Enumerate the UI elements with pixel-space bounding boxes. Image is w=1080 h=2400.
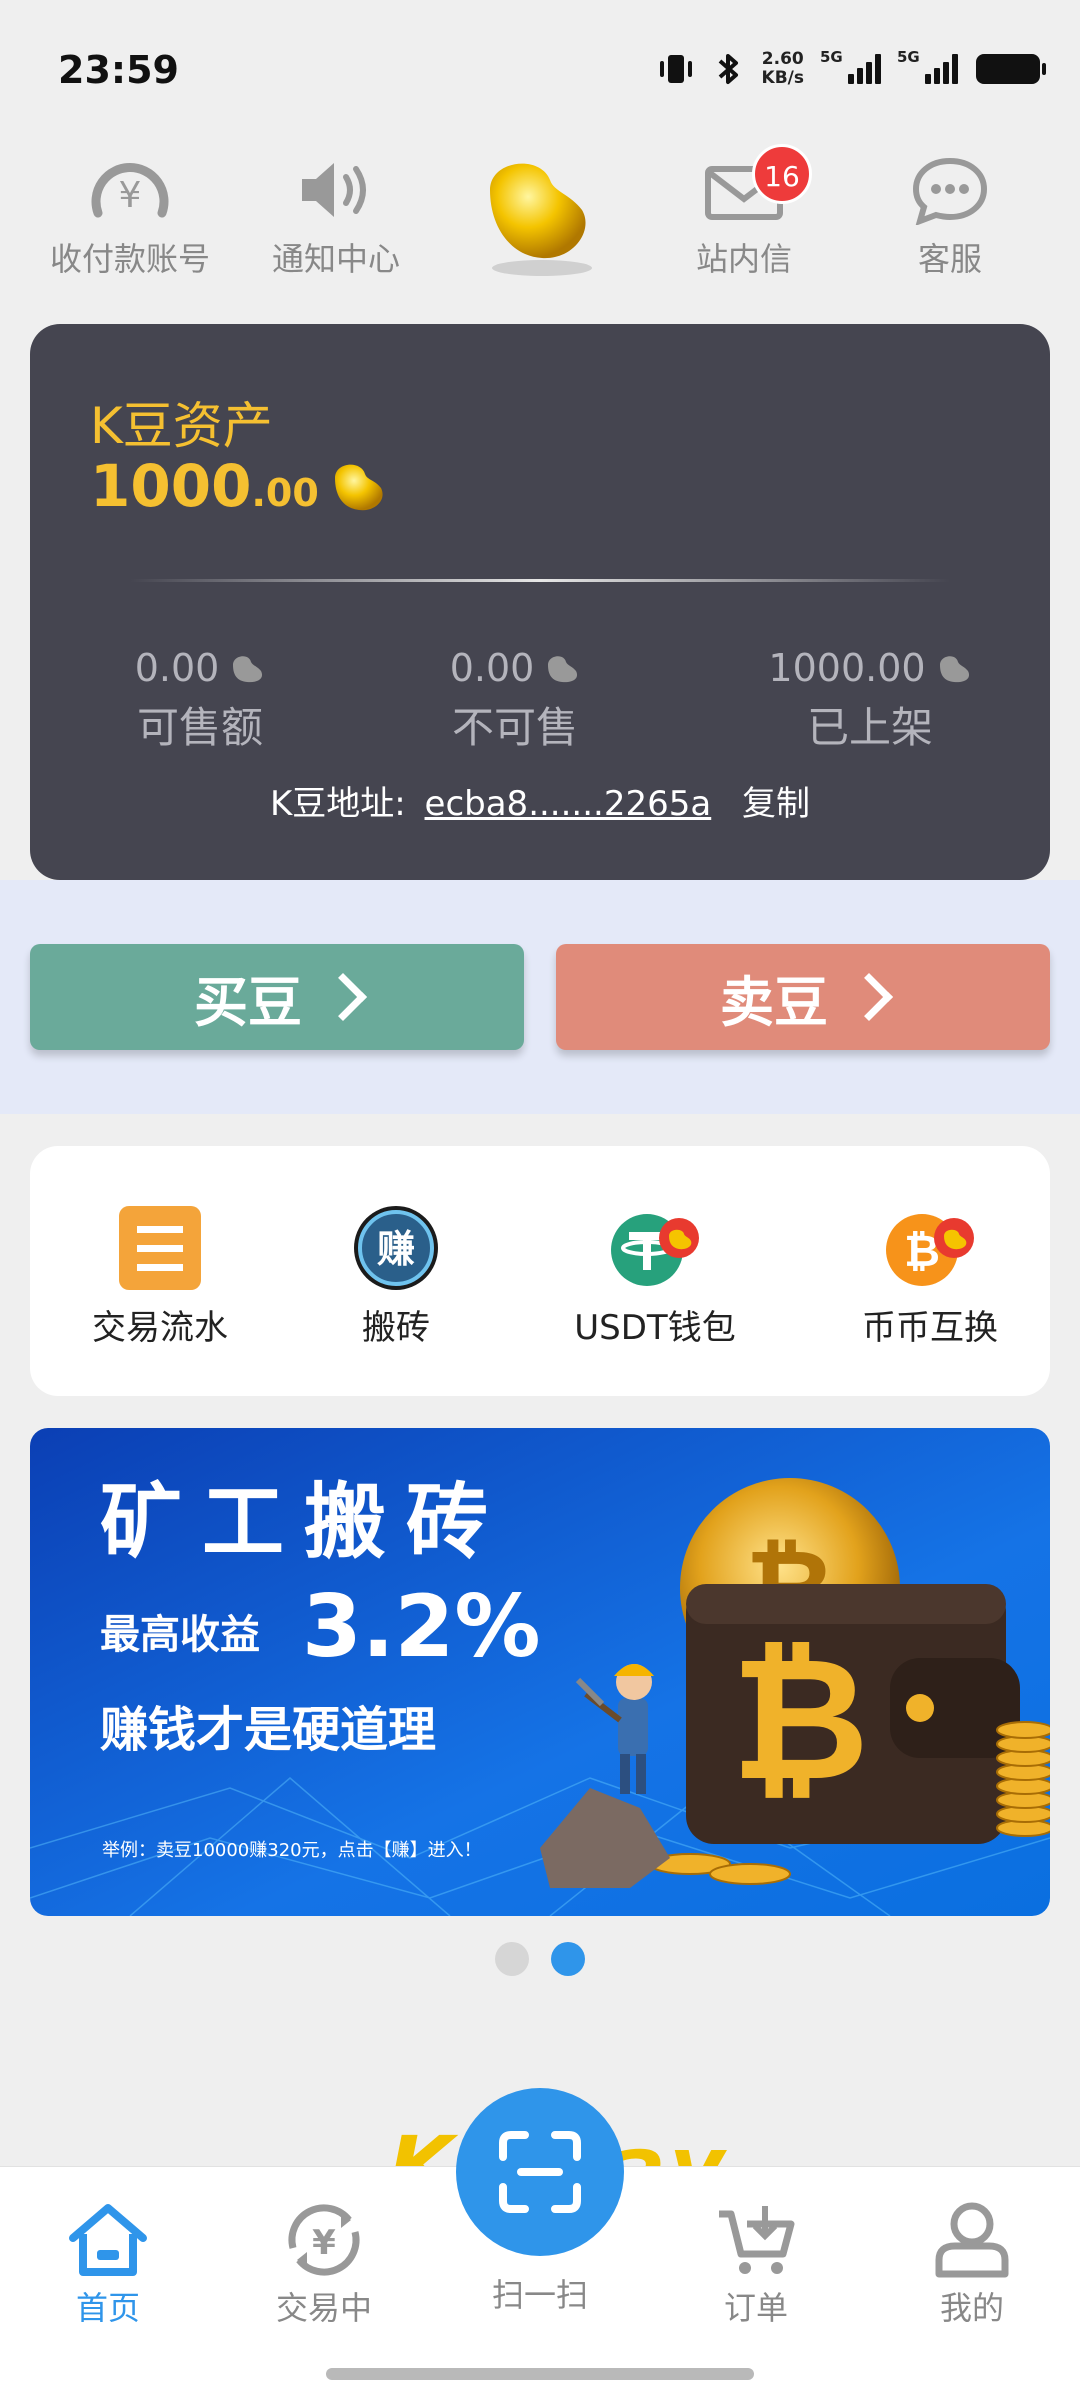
stat-sellable: 0.00 可售额 xyxy=(110,646,290,755)
amount-dec: .00 xyxy=(251,471,319,515)
shortcut-panel: 交易流水 赚 搬砖 USDT钱包 ₿ 币币互换 xyxy=(30,1146,1050,1396)
chevron-right-icon xyxy=(318,972,368,1022)
home-icon xyxy=(69,2204,147,2276)
vibrate-icon xyxy=(659,55,692,83)
nav-label: 收付款账号 xyxy=(49,240,210,278)
tab-trading[interactable]: ¥ 交易中 xyxy=(234,2197,414,2329)
tab-home[interactable]: 首页 xyxy=(18,2197,198,2329)
cart-icon xyxy=(719,2206,795,2274)
tab-label: 首页 xyxy=(75,2289,140,2327)
stat-value: 0.00 xyxy=(134,646,220,690)
stat-value: 1000.00 xyxy=(768,646,926,690)
promo-banner[interactable]: 矿工搬砖 最高收益 3.2% 赚钱才是硬道理 举例：卖豆10000赚320元，点… xyxy=(30,1428,1050,1916)
buy-bean-button[interactable]: 买豆 xyxy=(30,944,524,1050)
grey-bean-icon xyxy=(233,656,263,683)
shortcut-earn[interactable]: 赚 搬砖 xyxy=(306,1204,486,1349)
chevron-right-icon xyxy=(844,972,894,1022)
tab-profile[interactable]: 我的 xyxy=(882,2197,1062,2329)
buy-sell-band: 买豆 卖豆 xyxy=(0,880,1080,1114)
home-indicator[interactable] xyxy=(326,2368,754,2380)
usdt-wallet-icon xyxy=(611,1214,699,1286)
shortcut-usdt-wallet[interactable]: USDT钱包 xyxy=(550,1204,760,1349)
speed-unit: KB/s xyxy=(761,68,804,88)
status-icons: 2.60 KB/s 5G 5G xyxy=(656,48,1046,88)
shortcut-label: USDT钱包 xyxy=(574,1308,736,1348)
sell-bean-button[interactable]: 卖豆 xyxy=(556,944,1050,1050)
banner-line2-value: 3.2% xyxy=(302,1577,541,1677)
battery-icon xyxy=(976,54,1046,84)
amount-int: 1000 xyxy=(90,452,252,520)
yen-exchange-icon: ¥ xyxy=(288,2204,360,2276)
asset-divider xyxy=(130,579,950,582)
svg-text:¥: ¥ xyxy=(312,2223,336,2263)
signal-5g-icon-2: 5G xyxy=(897,48,958,84)
stat-label: 可售额 xyxy=(136,703,263,752)
stat-listed: 1000.00 已上架 xyxy=(750,646,990,755)
sig-label: 5G xyxy=(897,48,920,66)
sell-label: 卖豆 xyxy=(720,970,828,1034)
copy-button[interactable]: 复制 xyxy=(742,784,810,824)
stat-label: 已上架 xyxy=(806,703,933,752)
grey-bean-icon xyxy=(548,656,578,683)
shortcut-transactions[interactable]: 交易流水 xyxy=(60,1204,260,1349)
svg-text:₿: ₿ xyxy=(731,1621,870,1819)
status-time: 23:59 xyxy=(58,48,179,92)
stat-unsellable: 0.00 不可售 xyxy=(425,646,605,755)
gold-bean-logo xyxy=(490,163,592,276)
nav-label: 站内信 xyxy=(695,240,792,278)
buy-label: 买豆 xyxy=(194,970,302,1034)
asset-amount: 1000 .00 xyxy=(90,452,389,520)
status-bar: 23:59 2.60 KB/s 5G 5G xyxy=(0,0,1080,140)
signal-5g-icon: 5G xyxy=(820,48,881,84)
asset-title: K豆资产 xyxy=(90,397,273,455)
notification-center-nav[interactable]: 通知中心 xyxy=(236,148,436,280)
bluetooth-icon xyxy=(718,54,738,84)
earn-glyph: 赚 xyxy=(377,1227,415,1271)
bitcoin-swap-icon: ₿ xyxy=(886,1214,974,1286)
menu-list-icon xyxy=(119,1206,201,1290)
user-icon xyxy=(935,2202,1009,2278)
svg-text:¥: ¥ xyxy=(119,175,142,216)
shortcut-label: 交易流水 xyxy=(92,1308,228,1348)
scan-button[interactable] xyxy=(456,2088,624,2256)
chat-icon xyxy=(912,157,988,225)
carousel-dots xyxy=(0,1942,1080,1976)
payment-account-nav[interactable]: ¥ 收付款账号 xyxy=(30,148,230,280)
shortcut-coin-swap[interactable]: ₿ 币币互换 xyxy=(830,1204,1030,1349)
tab-label: 交易中 xyxy=(275,2289,372,2327)
nav-label: 通知中心 xyxy=(271,240,400,278)
grey-bean-icon xyxy=(939,656,969,683)
stat-label: 不可售 xyxy=(451,703,578,752)
tab-label: 我的 xyxy=(939,2289,1004,2327)
scan-icon xyxy=(499,2131,581,2213)
banner-footnote: 举例：卖豆10000赚320元，点击【赚】进入！ xyxy=(102,1840,482,1861)
tab-label: 订单 xyxy=(723,2289,788,2327)
sig-label: 5G xyxy=(820,48,843,66)
shortcut-label: 搬砖 xyxy=(362,1308,430,1348)
shortcut-label: 币币互换 xyxy=(862,1308,998,1348)
address-label: K豆地址: xyxy=(269,784,406,824)
address-row: K豆地址: ecba8.......2265a 复制 xyxy=(30,776,1050,825)
tab-orders[interactable]: 订单 xyxy=(666,2197,846,2329)
carousel-dot[interactable] xyxy=(495,1942,529,1976)
asset-card: K豆资产 1000 .00 0.00 可售额 0.00 不可售 1000.00 … xyxy=(30,324,1050,880)
address-value[interactable]: ecba8.......2265a xyxy=(425,784,712,824)
speaker-icon xyxy=(302,163,366,217)
customer-service-nav[interactable]: 客服 xyxy=(850,148,1050,280)
banner-headline: 矿工搬砖 xyxy=(100,1475,508,1570)
banner-line2-prefix: 最高收益 xyxy=(100,1612,260,1658)
gold-bean-icon xyxy=(334,464,383,511)
yen-gauge-icon: ¥ xyxy=(91,163,169,218)
nav-label: 客服 xyxy=(917,240,982,278)
carousel-dot-active[interactable] xyxy=(551,1942,585,1976)
speed-value: 2.60 xyxy=(761,49,804,69)
inbox-nav[interactable]: 16 站内信 xyxy=(644,144,844,280)
unread-badge: 16 xyxy=(752,144,812,204)
earn-coin-icon: 赚 xyxy=(354,1206,438,1290)
network-speed: 2.60 KB/s xyxy=(762,50,804,88)
stat-value: 0.00 xyxy=(449,646,535,690)
banner-line3: 赚钱才是硬道理 xyxy=(100,1702,436,1758)
scan-label: 扫一扫 xyxy=(491,2276,588,2314)
